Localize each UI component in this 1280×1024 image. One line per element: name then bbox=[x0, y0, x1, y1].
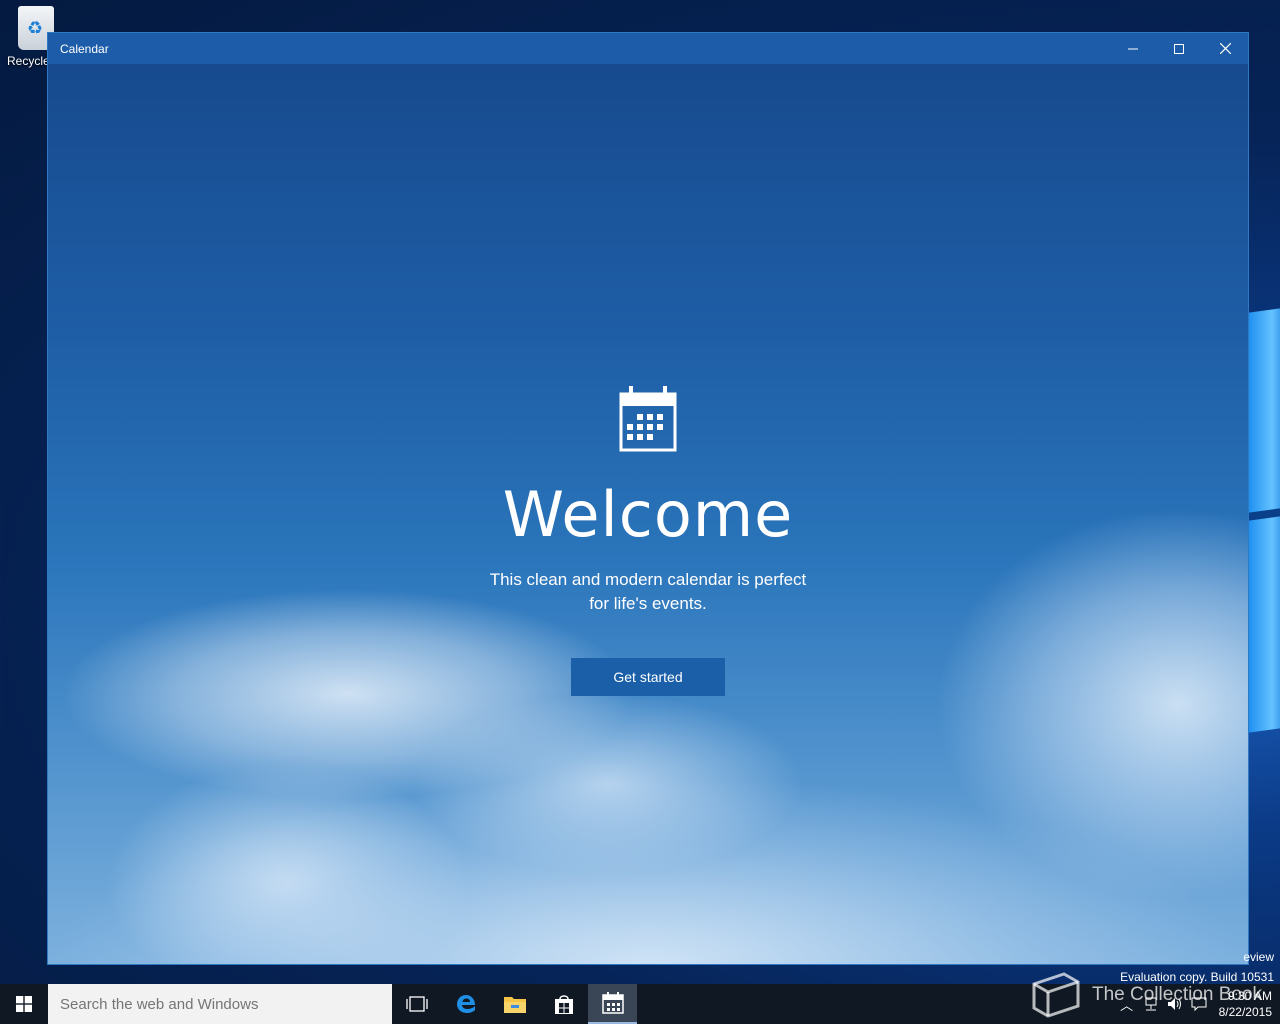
calendar-icon bbox=[619, 386, 677, 452]
welcome-subtitle-line2: for life's events. bbox=[589, 594, 707, 613]
welcome-subtitle: This clean and modern calendar is perfec… bbox=[468, 568, 828, 616]
maximize-icon bbox=[1174, 43, 1184, 54]
start-button[interactable] bbox=[0, 984, 48, 1024]
store-icon bbox=[554, 995, 573, 1014]
close-icon bbox=[1219, 43, 1231, 54]
welcome-heading: Welcome bbox=[502, 478, 794, 551]
brand-text: The Collection Book bbox=[1092, 984, 1263, 1005]
welcome-panel: Welcome This clean and modern calendar i… bbox=[48, 386, 1248, 696]
maximize-button[interactable] bbox=[1156, 33, 1202, 64]
task-view-button[interactable] bbox=[392, 984, 441, 1024]
file-explorer-icon bbox=[503, 997, 526, 1013]
window-title: Calendar bbox=[60, 41, 109, 56]
watermark-edition: eview bbox=[1243, 950, 1274, 964]
search-input[interactable] bbox=[48, 984, 392, 1024]
taskbar-apps bbox=[392, 984, 637, 1024]
edge-icon bbox=[456, 995, 475, 1013]
brand-watermark: The Collection Book bbox=[1030, 972, 1262, 1018]
window-controls bbox=[1110, 33, 1248, 64]
title-bar[interactable]: Calendar bbox=[48, 33, 1248, 64]
minimize-icon bbox=[1128, 48, 1138, 49]
start-icon bbox=[16, 996, 32, 1012]
calendar-taskbar-button[interactable] bbox=[588, 984, 637, 1024]
file-explorer-button[interactable] bbox=[490, 984, 539, 1024]
calendar-icon bbox=[601, 992, 624, 1014]
welcome-screen: Welcome This clean and modern calendar i… bbox=[48, 64, 1248, 964]
edge-button[interactable] bbox=[441, 984, 490, 1024]
desktop-windows-logo bbox=[1248, 307, 1280, 733]
task-view-icon bbox=[405, 996, 428, 1012]
book-icon bbox=[1032, 972, 1080, 1018]
store-button[interactable] bbox=[539, 984, 588, 1024]
welcome-subtitle-line1: This clean and modern calendar is perfec… bbox=[489, 570, 807, 589]
close-button[interactable] bbox=[1202, 33, 1248, 64]
minimize-button[interactable] bbox=[1110, 33, 1156, 64]
calendar-window: Calendar Welcome This clean and modern c… bbox=[47, 32, 1249, 965]
get-started-button[interactable]: Get started bbox=[571, 658, 725, 696]
